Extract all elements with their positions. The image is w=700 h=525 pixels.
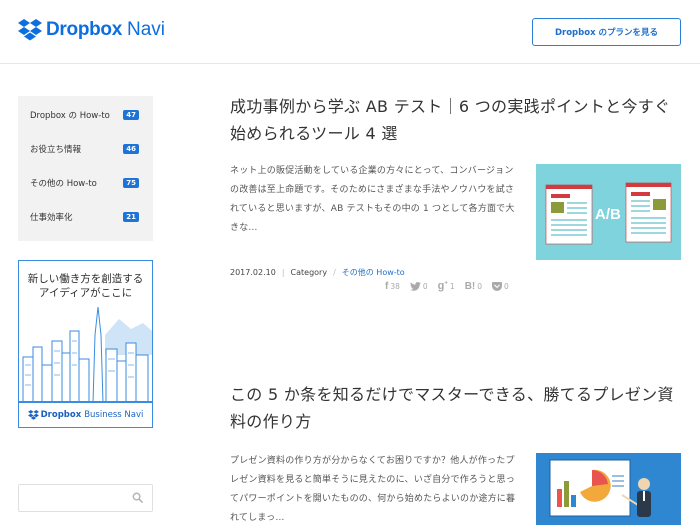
category-label: Dropbox の How-to: [30, 111, 110, 121]
facebook-icon: f: [385, 280, 389, 292]
search-input[interactable]: [25, 485, 125, 511]
category-prefix: Category: [290, 268, 328, 277]
banner-line-1: 新しい働き方を創造する: [27, 273, 144, 285]
presentation-illustration: [549, 459, 651, 517]
dropbox-navi-logo[interactable]: Dropbox Navi: [18, 19, 165, 41]
article-date: 2017.02.10: [230, 268, 276, 277]
banner-suffix: Business Navi: [84, 410, 144, 420]
category-item-dropbox-howto[interactable]: Dropbox の How-to 47: [18, 98, 153, 132]
search-icon[interactable]: [132, 492, 143, 503]
article-excerpt: ネット上の販促活動をしている企業の方々にとって、コンバージョンの改善は至上命題で…: [230, 166, 515, 233]
site-header: Dropbox Navi Dropbox のプランを見る: [0, 0, 700, 64]
hatena-bookmark-icon: B!: [464, 280, 476, 292]
pocket-share[interactable]: 0: [492, 281, 509, 291]
facebook-count: 38: [390, 281, 400, 291]
share-counts: f 38 0 g+ 1 B! 0 0: [385, 280, 519, 292]
article-thumbnail[interactable]: A/B: [536, 164, 681, 260]
pocket-count: 0: [504, 281, 509, 291]
logo-brand: Dropbox: [46, 19, 123, 40]
category-label: その他の How-to: [30, 179, 97, 189]
business-navi-banner[interactable]: 新しい働き方を創造する アイディアがここに Dropbox Business N…: [18, 260, 153, 428]
category-item-productivity[interactable]: 仕事効率化 21: [18, 200, 153, 234]
banner-brand: Dropbox: [40, 410, 82, 420]
pocket-icon: [492, 281, 503, 291]
dropbox-icon: [18, 19, 42, 41]
article-card: この 5 か条を知るだけでマスターできる、勝てるプレゼン資料の作り方 プレゼン資…: [230, 381, 682, 525]
banner-footer: Dropbox Business Navi: [19, 401, 152, 427]
article-title[interactable]: 成功事例から学ぶ AB テスト｜6 つの実践ポイントと今すぐ始められるツール 4…: [230, 93, 682, 147]
facebook-share[interactable]: f 38: [385, 281, 400, 292]
twitter-count: 0: [422, 281, 428, 291]
article-thumbnail[interactable]: [536, 453, 681, 525]
category-item-useful-info[interactable]: お役立ち情報 46: [18, 132, 153, 166]
category-count-badge: 21: [123, 212, 139, 222]
article-category-link[interactable]: その他の How-to: [342, 267, 405, 278]
article-title[interactable]: この 5 か条を知るだけでマスターできる、勝てるプレゼン資料の作り方: [230, 381, 682, 435]
category-count-badge: 75: [123, 178, 139, 188]
article-meta: 2017.02.10 | Category / その他の How-to: [230, 267, 405, 278]
meta-divider: |: [281, 268, 285, 277]
category-count-badge: 47: [123, 110, 139, 120]
ab-test-illustration: A/B: [545, 182, 672, 245]
ab-label: A/B: [595, 206, 621, 223]
hatena-count: 0: [477, 281, 483, 291]
logo-suffix: Navi: [127, 19, 166, 40]
view-plans-button[interactable]: Dropbox のプランを見る: [532, 18, 681, 46]
twitter-share[interactable]: 0: [409, 281, 428, 291]
hatena-share[interactable]: B! 0: [465, 281, 482, 292]
city-skyline-illustration: [22, 306, 152, 404]
sidebar-search: [18, 484, 153, 512]
meta-slash: /: [333, 268, 336, 277]
dropbox-icon: [27, 410, 39, 420]
category-label: お役立ち情報: [30, 145, 82, 155]
category-count-badge: 46: [123, 144, 139, 154]
category-item-other-howto[interactable]: その他の How-to 75: [18, 166, 153, 200]
twitter-icon: [409, 281, 421, 291]
googleplus-icon: g+: [437, 280, 448, 292]
category-label: 仕事効率化: [30, 213, 73, 223]
googleplus-share[interactable]: g+ 1: [438, 280, 455, 292]
category-nav: Dropbox の How-to 47 お役立ち情報 46 その他の How-t…: [18, 96, 153, 241]
article-card: 成功事例から学ぶ AB テスト｜6 つの実践ポイントと今すぐ始められるツール 4…: [230, 93, 682, 303]
googleplus-count: 1: [449, 281, 455, 291]
article-excerpt: プレゼン資料の作り方が分からなくてお困りですか？他人が作ったプレゼン資料を見ると…: [230, 456, 516, 523]
